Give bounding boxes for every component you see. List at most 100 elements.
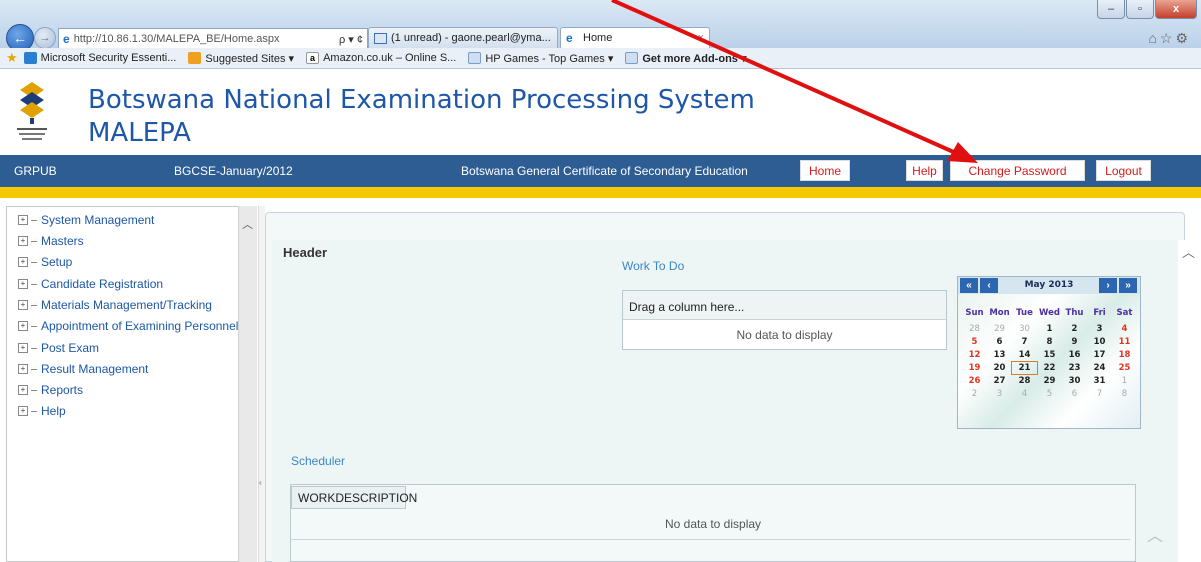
change-password-button[interactable]: Change Password [950,160,1085,181]
calendar-day[interactable]: 22 [1037,362,1062,374]
calendar-day[interactable]: 7 [1012,336,1037,348]
calendar-day[interactable]: 2 [1062,323,1087,335]
calendar-day[interactable]: 4 [1012,388,1037,400]
scheduler-link[interactable]: Scheduler [291,454,345,468]
tree-item-label[interactable]: Materials Management/Tracking [41,298,212,312]
address-url[interactable]: http://10.86.1.30/MALEPA_BE/Home.aspx [74,33,280,45]
expand-icon[interactable]: + [18,321,28,331]
calendar-day[interactable]: 20 [987,362,1012,374]
calendar-day[interactable]: 4 [1112,323,1137,335]
pane-splitter[interactable]: ‹ [258,206,265,562]
calendar-day[interactable]: 24 [1087,362,1112,374]
tree-item[interactable]: + Setup [18,255,72,269]
tree-item-label[interactable]: Appointment of Examining Personnel [41,319,238,333]
calendar-day[interactable]: 26 [962,375,987,387]
calendar-day[interactable]: 6 [987,336,1012,348]
calendar-day[interactable]: 29 [987,323,1012,335]
tree-item[interactable]: + Result Management [18,362,148,376]
calendar-day[interactable]: 5 [1037,388,1062,400]
calendar-day[interactable]: 17 [1087,349,1112,361]
favorite-amazon[interactable]: a Amazon.co.uk – Online S... [306,52,456,64]
calendar-day[interactable]: 30 [1062,375,1087,387]
favorite-add-ons[interactable]: Get more Add-ons ▾ [625,52,746,65]
calendar-day[interactable]: 25 [1112,362,1137,374]
calendar-day[interactable]: 2 [962,388,987,400]
group-by-panel[interactable]: Drag a column here... [623,291,946,320]
expand-icon[interactable]: + [18,364,28,374]
column-header-workdescription[interactable]: WORKDESCRIPTION [291,486,417,509]
scroll-up-icon[interactable]: ︿ [242,216,253,232]
favorites-star-icon[interactable]: ★ [6,50,18,66]
tree-item-label[interactable]: System Management [41,213,154,227]
calendar-day[interactable]: 27 [987,375,1012,387]
calendar-day[interactable]: 3 [1087,323,1112,335]
tree-item[interactable]: + Candidate Registration [18,277,163,291]
expand-icon[interactable]: + [18,343,28,353]
tree-item-label[interactable]: Help [41,404,66,418]
main-scrollbar[interactable]: ︿ [1178,240,1198,562]
calendar-day[interactable]: 31 [1087,375,1112,387]
tree-item-label[interactable]: Post Exam [41,341,99,355]
tree-item[interactable]: + Materials Management/Tracking [18,298,212,312]
calendar-day[interactable]: 23 [1062,362,1087,374]
tree-item[interactable]: + Masters [18,234,84,248]
calendar-day[interactable]: 11 [1112,336,1137,348]
home-button[interactable]: Home [800,160,850,181]
tree-item[interactable]: + System Management [18,213,154,227]
favorite-hp-games[interactable]: HP Games - Top Games ▾ [468,52,613,65]
tab-close-icon[interactable]: × [698,32,704,44]
next-month-button[interactable]: › [1099,278,1117,293]
calendar-day[interactable]: 1 [1037,323,1062,335]
calendar-day[interactable]: 6 [1062,388,1087,400]
work-to-do-link[interactable]: Work To Do [622,259,684,273]
calendar-day[interactable]: 14 [1012,349,1037,361]
calendar-day[interactable]: 8 [1112,388,1137,400]
tree-item-label[interactable]: Candidate Registration [41,277,163,291]
favorite-suggested-sites[interactable]: Suggested Sites ▾ [188,52,294,65]
calendar-day[interactable]: 10 [1087,336,1112,348]
expand-icon[interactable]: + [18,406,28,416]
expand-icon[interactable]: + [18,385,28,395]
next-year-button[interactable]: » [1119,278,1137,293]
tab-home[interactable]: e Home × [560,27,710,48]
tree-item[interactable]: + Post Exam [18,341,99,355]
tab-email[interactable]: (1 unread) - gaone.pearl@yma... [368,27,558,48]
calendar-day[interactable]: 15 [1037,349,1062,361]
calendar-day[interactable]: 29 [1037,375,1062,387]
calendar-day[interactable]: 1 [1112,375,1137,387]
calendar-day[interactable]: 28 [1012,375,1037,387]
forward-button[interactable]: → [34,27,56,49]
calendar-day[interactable]: 16 [1062,349,1087,361]
tree-item[interactable]: + Help [18,404,66,418]
maximize-button[interactable]: ▫ [1126,0,1154,19]
expand-icon[interactable]: + [18,215,28,225]
calendar-day[interactable]: 30 [1012,323,1037,335]
favorite-security-essentials[interactable]: Microsoft Security Essenti... [23,52,176,64]
calendar-day[interactable]: 28 [962,323,987,335]
scroll-up-icon[interactable]: ︿ [1147,522,1163,546]
calendar-day[interactable]: 19 [962,362,987,374]
address-search-refresh-icon[interactable]: ρ ▾ ¢ [335,33,367,46]
calendar-day[interactable]: 3 [987,388,1012,400]
tree-item-label[interactable]: Result Management [41,362,148,376]
tree-item-label[interactable]: Masters [41,234,84,248]
close-window-button[interactable]: x [1155,0,1197,19]
collapse-arrow-icon[interactable]: ‹ [259,478,262,487]
calendar-day[interactable]: 12 [962,349,987,361]
calendar-day[interactable]: 13 [987,349,1012,361]
expand-icon[interactable]: + [18,279,28,289]
browser-tools-icons[interactable]: ⌂☆⚙ [1148,30,1191,47]
expand-icon[interactable]: + [18,236,28,246]
tree-item-label[interactable]: Reports [41,383,83,397]
tree-item-label[interactable]: Setup [41,255,72,269]
calendar-day[interactable]: 18 [1112,349,1137,361]
tree-scrollbar[interactable]: ︿ [238,206,257,562]
calendar-day[interactable]: 9 [1062,336,1087,348]
scroll-up-icon[interactable]: ︿ [1182,242,1195,261]
calendar-day[interactable]: 8 [1037,336,1062,348]
help-button[interactable]: Help [906,160,943,181]
expand-icon[interactable]: + [18,300,28,310]
calendar-day[interactable]: 7 [1087,388,1112,400]
minimize-button[interactable]: – [1097,0,1125,19]
address-bar[interactable]: e http://10.86.1.30/MALEPA_BE/Home.aspx … [58,28,368,50]
